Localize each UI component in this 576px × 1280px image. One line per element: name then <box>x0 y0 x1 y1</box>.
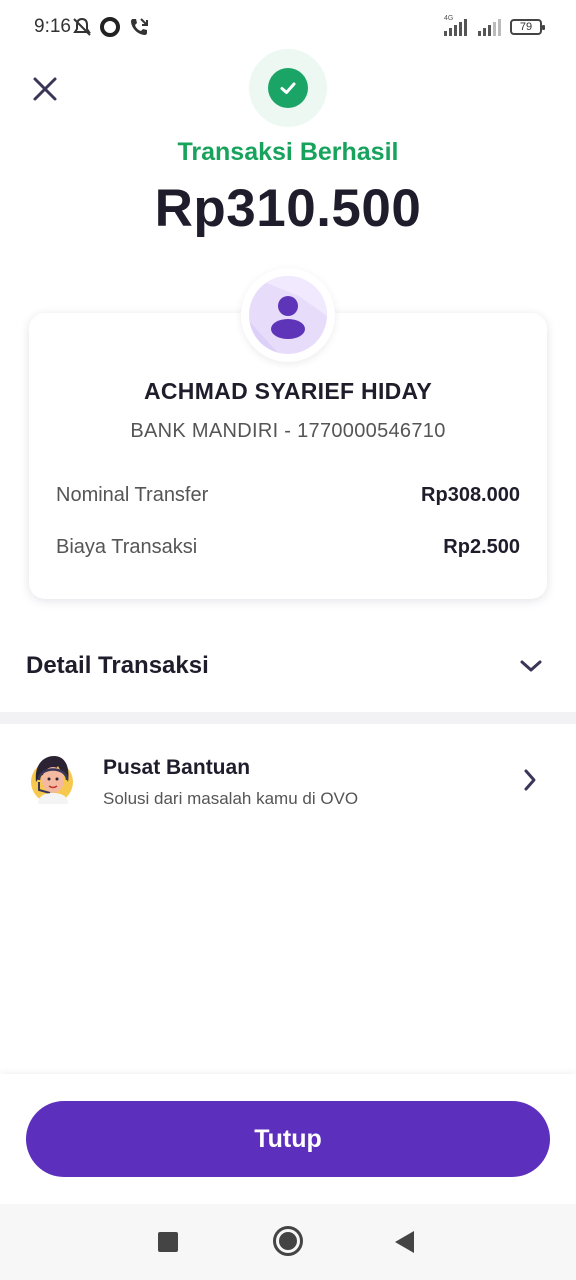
nominal-transfer-row: Nominal Transfer Rp308.000 <box>56 484 520 507</box>
help-center-title: Pusat Bantuan <box>103 756 251 779</box>
recipient-bank-account: BANK MANDIRI - 1770000546710 <box>130 420 446 442</box>
nominal-transfer-label: Nominal Transfer <box>56 484 209 506</box>
transaction-fee-value: Rp2.500 <box>443 536 520 558</box>
circle-icon <box>100 17 120 37</box>
battery-icon: 79 <box>510 19 545 35</box>
call-icon <box>131 18 148 35</box>
transaction-status-title: Transaksi Berhasil <box>177 138 399 166</box>
help-center-subtitle: Solusi dari masalah kamu di OVO <box>103 789 359 808</box>
close-icon <box>33 77 57 101</box>
transaction-fee-row: Biaya Transaksi Rp2.500 <box>56 536 520 559</box>
check-icon <box>280 82 296 94</box>
nominal-transfer-value: Rp308.000 <box>421 484 520 506</box>
customer-service-icon <box>31 756 73 804</box>
chevron-right-icon <box>524 769 536 791</box>
chevron-down-icon <box>520 660 542 672</box>
success-badge <box>249 49 327 127</box>
detail-transaksi-title: Detail Transaksi <box>26 652 209 679</box>
recipient-name: ACHMAD SYARIEF HIDAY <box>143 378 432 404</box>
signal-icon <box>444 18 467 36</box>
system-navigation-bar <box>0 1204 576 1280</box>
back-icon[interactable] <box>395 1231 414 1253</box>
status-time: 9:16 <box>34 16 71 37</box>
status-bar: 9:16 4G 79 <box>0 0 576 56</box>
detail-transaksi-toggle[interactable]: Detail Transaksi <box>0 630 576 704</box>
bell-off-icon <box>73 17 91 36</box>
tutup-button[interactable]: Tutup <box>26 1101 550 1177</box>
success-circle <box>268 68 308 108</box>
help-center-item[interactable]: Pusat Bantuan Solusi dari masalah kamu d… <box>0 730 576 826</box>
transaction-amount: Rp310.500 <box>154 179 422 238</box>
recipient-avatar <box>241 268 335 362</box>
transaction-fee-label: Biaya Transaksi <box>56 536 198 558</box>
signal-icon <box>478 18 501 36</box>
recent-apps-icon[interactable] <box>158 1232 178 1252</box>
close-button[interactable] <box>28 72 62 106</box>
section-divider <box>0 712 576 724</box>
home-icon[interactable] <box>273 1226 303 1256</box>
user-avatar-icon <box>249 276 327 354</box>
bottom-action-area: Tutup <box>0 1074 576 1204</box>
